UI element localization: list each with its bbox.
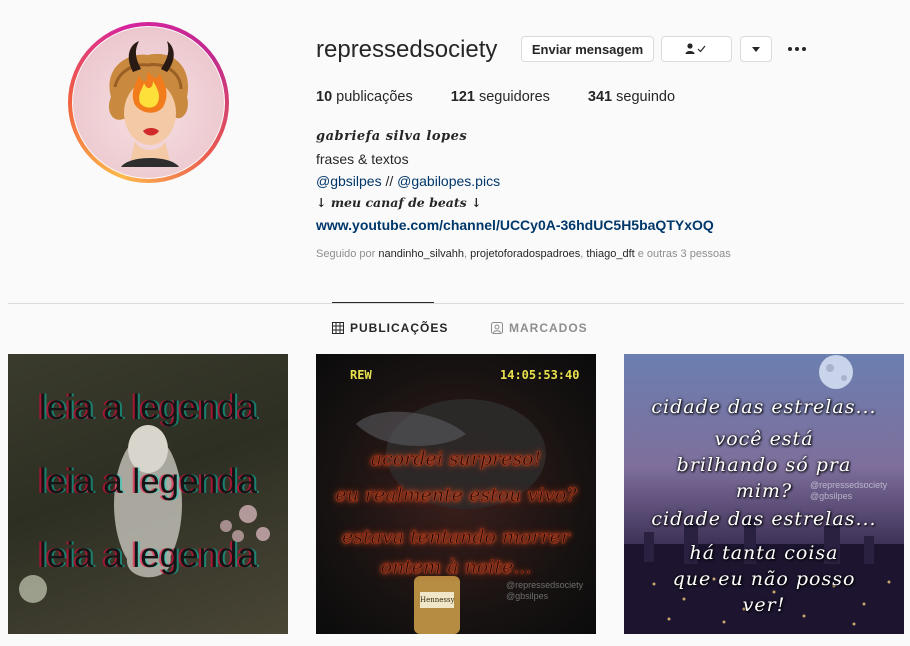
tag-icon bbox=[491, 322, 503, 334]
person-check-icon bbox=[685, 43, 705, 54]
post-caption-text: você está bbox=[714, 428, 814, 450]
bottle-label: Hennessy bbox=[420, 596, 455, 604]
active-tab-indicator bbox=[332, 302, 434, 303]
post-caption-text: acordei surpreso! bbox=[370, 448, 542, 471]
post-caption-text: estava tentando morrer bbox=[342, 526, 571, 549]
post-caption-text: cidade das estrelas... bbox=[651, 508, 877, 530]
avatar bbox=[73, 27, 224, 178]
post-caption-text: há tanta coisa bbox=[689, 542, 839, 564]
post-caption-text: ontem à noite... bbox=[380, 556, 532, 579]
following-status-button[interactable] bbox=[661, 36, 732, 62]
mention-separator: // bbox=[381, 173, 398, 189]
profile-bio: gabriefa silva lopes frases & textos @gb… bbox=[316, 126, 714, 236]
caret-down-icon bbox=[752, 46, 760, 52]
follower-username[interactable]: projetoforadospadroes bbox=[470, 248, 580, 260]
post-watermark: @repressedsociety @gbsilpes bbox=[506, 580, 584, 601]
bio-mentions: @gbsilpes // @gabilopes.pics bbox=[316, 170, 714, 192]
options-button[interactable] bbox=[785, 38, 809, 60]
full-name: gabriefa silva lopes bbox=[316, 129, 468, 144]
send-message-button[interactable]: Enviar mensagem bbox=[521, 36, 654, 62]
post-thumbnail[interactable]: leia a legenda leia a legenda leia a leg… bbox=[8, 354, 288, 634]
post-caption-text: ver! bbox=[742, 594, 786, 616]
more-dot-icon bbox=[788, 47, 792, 51]
post-thumbnail[interactable]: REW 14:05:53:40 acordei surpreso! eu rea… bbox=[316, 354, 596, 634]
more-dot-icon bbox=[802, 47, 806, 51]
followers-link[interactable]: 121 seguidores bbox=[451, 89, 550, 105]
avatar-illustration bbox=[108, 41, 189, 167]
vhs-timecode: 14:05:53:40 bbox=[500, 368, 580, 382]
post-caption-text: eu realmente estou vivo? bbox=[335, 484, 577, 507]
followed-by[interactable]: Seguido por nandinho_silvahh, projetofor… bbox=[316, 248, 731, 260]
suggestions-dropdown-button[interactable] bbox=[740, 36, 772, 62]
posts-count: 10 publicações bbox=[316, 89, 413, 105]
post-caption-text: leia a legenda bbox=[39, 388, 257, 427]
follower-username[interactable]: nandinho_silvahh bbox=[378, 248, 464, 260]
mention-link[interactable]: @gabilopes.pics bbox=[397, 173, 500, 189]
post-thumbnail[interactable]: cidade das estrelas... você está brilhan… bbox=[624, 354, 904, 634]
profile-stats: 10 publicações 121 seguidores 341 seguin… bbox=[316, 89, 713, 105]
post-caption-text: leia a legenda bbox=[39, 536, 257, 575]
follower-username[interactable]: thiago_dft bbox=[586, 248, 634, 260]
bio-line: ↓ meu canaf de beats ↓ bbox=[316, 195, 482, 210]
tabs-divider bbox=[8, 303, 904, 304]
post-caption-text: que eu não posso bbox=[672, 568, 856, 590]
tab-publicacoes[interactable]: PUBLICAÇÕES bbox=[332, 321, 448, 335]
tab-marcados[interactable]: MARCADOS bbox=[491, 321, 588, 335]
grid-icon bbox=[332, 322, 344, 334]
following-link[interactable]: 341 seguindo bbox=[588, 89, 675, 105]
profile-avatar-ring[interactable] bbox=[68, 22, 229, 183]
more-dot-icon bbox=[795, 47, 799, 51]
external-link[interactable]: www.youtube.com/channel/UCCy0A-36hdUC5H5… bbox=[316, 214, 714, 236]
post-caption-text: cidade das estrelas... bbox=[651, 396, 877, 418]
vhs-rew-label: REW bbox=[350, 368, 372, 382]
post-watermark: @repressedsociety @gbsilpes bbox=[810, 480, 888, 501]
mention-link[interactable]: @gbsilpes bbox=[316, 173, 382, 189]
post-caption-text: brilhando só pra bbox=[676, 454, 852, 476]
bio-line: frases & textos bbox=[316, 151, 409, 167]
post-caption-text: leia a legenda bbox=[39, 462, 257, 501]
profile-username: repressedsociety bbox=[316, 36, 498, 63]
